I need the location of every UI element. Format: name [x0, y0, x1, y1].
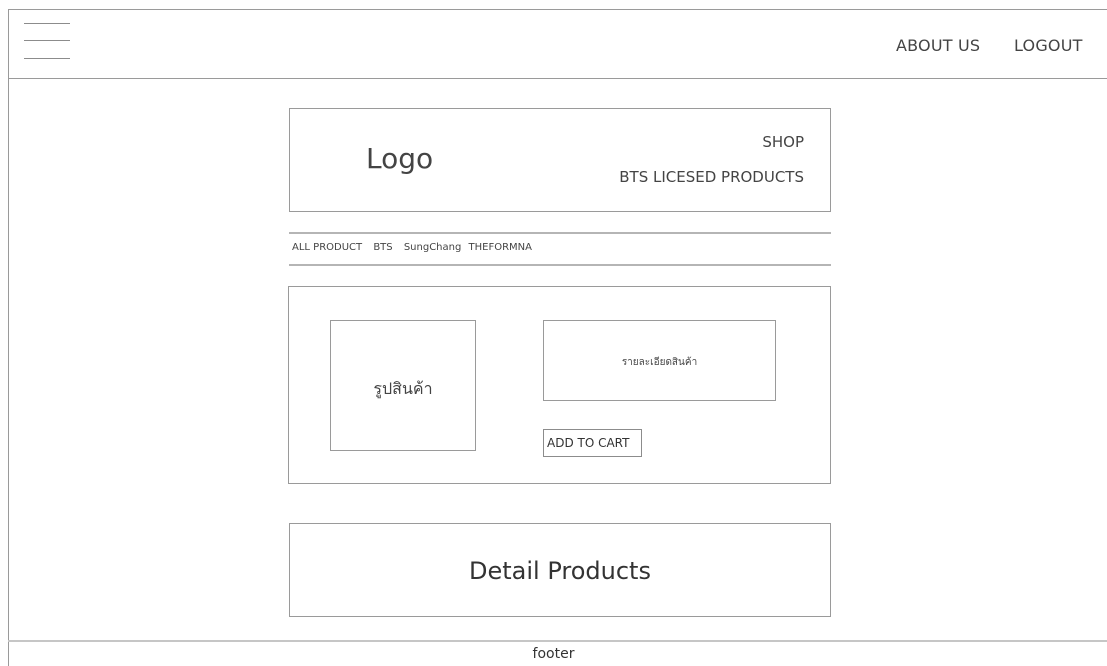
shop-title: SHOP: [762, 133, 804, 151]
menu-line-icon: [24, 23, 70, 24]
category-all-product[interactable]: ALL PRODUCT: [292, 242, 362, 253]
product-description-label: รายละเอียดสินค้า: [621, 357, 698, 368]
detail-products-title: Detail Products: [469, 557, 651, 585]
category-divider-bottom: [289, 264, 831, 266]
about-us-link[interactable]: ABOUT US: [896, 36, 980, 55]
menu-line-icon: [24, 40, 70, 41]
product-description: รายละเอียดสินค้า: [543, 320, 776, 401]
header-divider: [8, 78, 1107, 79]
hamburger-menu-icon[interactable]: [24, 20, 70, 62]
add-to-cart-button[interactable]: ADD TO CART: [543, 429, 642, 457]
category-divider-top: [289, 232, 831, 234]
footer: footer: [532, 646, 575, 662]
detail-products-section: Detail Products: [289, 523, 831, 617]
logout-link[interactable]: LOGOUT: [1014, 36, 1083, 55]
footer-divider: [8, 640, 1107, 642]
shop-tagline: BTS LICESED PRODUCTS: [619, 168, 804, 186]
category-bar: ALL PRODUCT BTS SungChang THEFORMNA: [292, 242, 540, 253]
brand-banner: Logo SHOP BTS LICESED PRODUCTS: [289, 108, 831, 212]
category-bts[interactable]: BTS: [373, 242, 392, 253]
product-image: รูปสินค้า: [330, 320, 476, 451]
category-theformna[interactable]: THEFORMNA: [469, 242, 532, 253]
product-image-label: รูปสินค้า: [373, 379, 433, 398]
menu-line-icon: [24, 58, 70, 59]
category-sungchang[interactable]: SungChang: [404, 242, 462, 253]
logo[interactable]: Logo: [366, 142, 433, 175]
